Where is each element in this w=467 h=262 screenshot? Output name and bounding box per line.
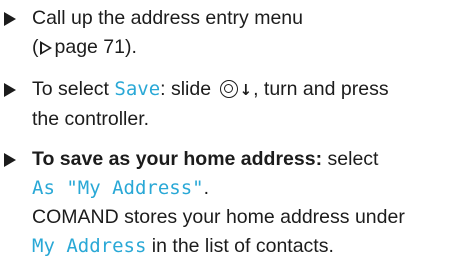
step-line: Call up the address entry menu [32, 4, 463, 33]
step-call-up-menu: Call up the address entry menu ( page 71)… [4, 4, 463, 62]
step-select-save: To select Save: slide ↓, turn and press … [4, 75, 463, 134]
step-text: To save as your home address: select As … [32, 145, 463, 261]
step-period: . [203, 177, 210, 199]
step-line: To select Save: slide ↓, turn and press [32, 75, 463, 105]
step-bullet-icon [4, 12, 16, 26]
step-suffix: , turn and press [253, 78, 389, 100]
screen-text-my-address: My Address [32, 235, 147, 257]
step-bullet-icon [4, 153, 16, 167]
step-save-home-address: To save as your home address: select As … [4, 145, 463, 261]
step-result-rest: in the list of contacts. [146, 235, 334, 257]
step-line: ( page 71). [32, 33, 463, 62]
down-arrow-icon: ↓ [239, 81, 253, 99]
step-line2: the controller. [32, 108, 150, 130]
screen-text-my-address-option: As "My Address" [32, 177, 204, 199]
step-line: As "My Address". [32, 174, 463, 203]
page-ref-open: ( [32, 36, 39, 58]
step-line: To save as your home address: select [32, 145, 463, 174]
controller-icon [219, 80, 238, 98]
step-instruction: Call up the address entry menu [32, 7, 303, 29]
step-result-text: COMAND stores your home address under [32, 206, 405, 228]
step-line: My Address in the list of contacts. [32, 232, 463, 261]
step-prefix: To select [32, 78, 115, 100]
step-bold-label: To save as your home address: [32, 148, 323, 170]
step-text: Call up the address entry menu ( page 71)… [32, 4, 463, 62]
step-bullet-icon [4, 83, 16, 97]
step-after-bold: select [322, 148, 379, 170]
step-text: To select Save: slide ↓, turn and press … [32, 75, 463, 134]
step-mid: : slide [160, 78, 217, 100]
page-reference: page 71). [54, 36, 137, 58]
screen-text-save: Save [114, 78, 161, 100]
step-line: COMAND stores your home address under [32, 203, 463, 232]
step-line: the controller. [32, 105, 463, 134]
page-reference-triangle-icon [39, 41, 52, 55]
